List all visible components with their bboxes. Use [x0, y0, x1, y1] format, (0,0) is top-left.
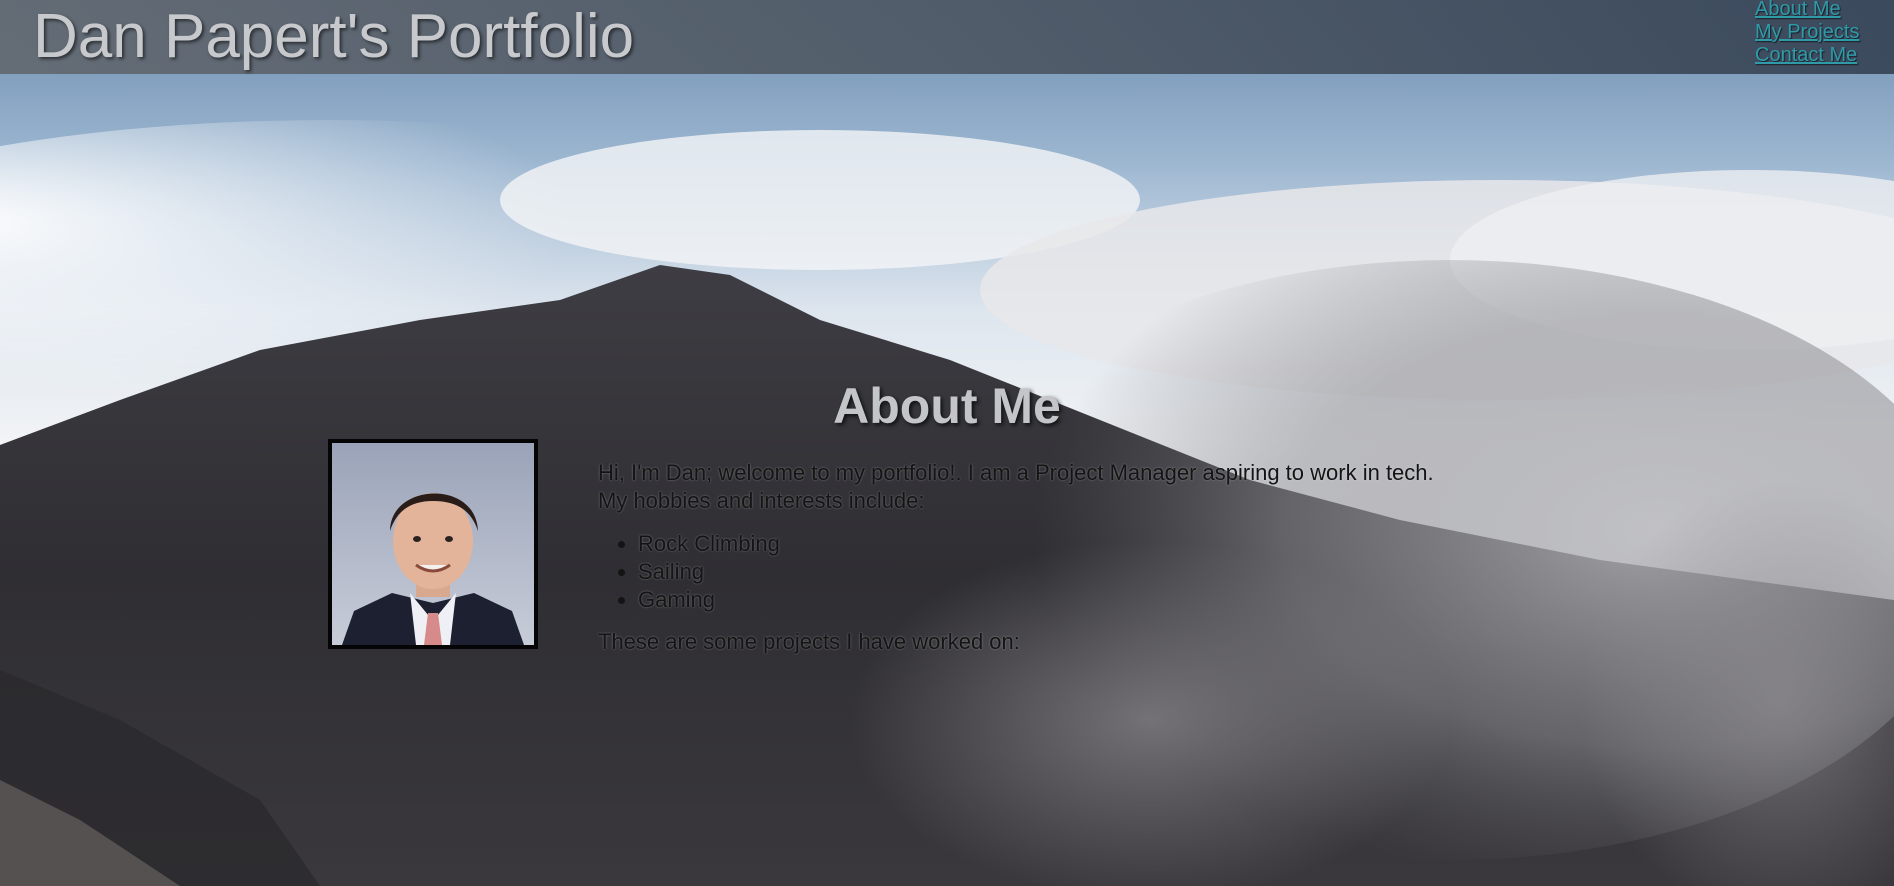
about-text: Hi, I'm Dan; welcome to my portfolio!. I… [598, 459, 1598, 656]
about-intro-line1: Hi, I'm Dan; welcome to my portfolio!. I… [598, 460, 1434, 485]
about-heading: About Me [833, 378, 1061, 434]
background-mountain-image [0, 0, 1894, 886]
site-title: Dan Papert's Portfolio [33, 2, 635, 71]
profile-photo [328, 439, 538, 649]
hobby-item: Sailing [638, 558, 1598, 586]
projects-intro: These are some projects I have worked on… [598, 629, 1020, 654]
profile-portrait-image [332, 443, 534, 645]
nav-link-my-projects[interactable]: My Projects [1755, 21, 1859, 44]
main-nav: About Me My Projects Contact Me [1755, 0, 1859, 67]
nav-link-contact-me[interactable]: Contact Me [1755, 44, 1859, 67]
mountain-landscape-illustration [0, 0, 1894, 886]
site-header: Dan Papert's Portfolio About Me My Proje… [0, 0, 1894, 74]
hobbies-list: Rock Climbing Sailing Gaming [598, 530, 1598, 614]
hobby-item: Gaming [638, 586, 1598, 614]
about-intro-line2: My hobbies and interests include: [598, 488, 925, 513]
hobby-item: Rock Climbing [638, 530, 1598, 558]
nav-link-about-me[interactable]: About Me [1755, 0, 1859, 21]
